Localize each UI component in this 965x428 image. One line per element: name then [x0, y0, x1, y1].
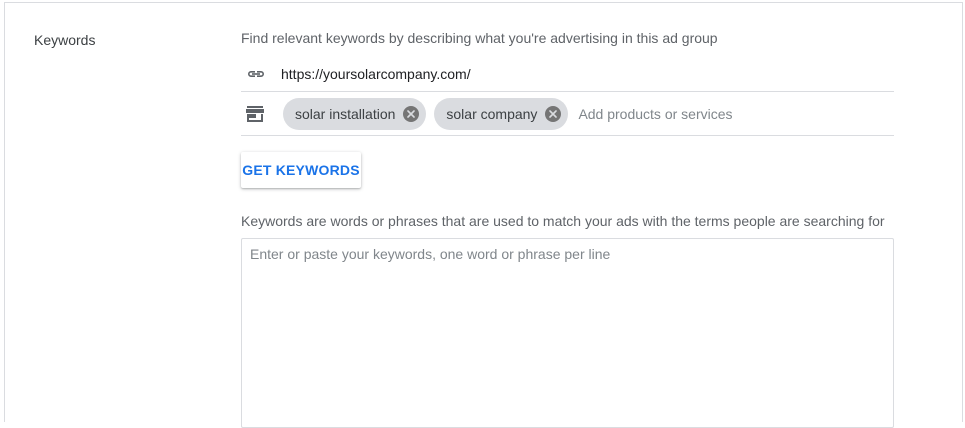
add-products-input[interactable]	[576, 104, 781, 123]
website-url[interactable]: https://yoursolarcompany.com/	[281, 66, 471, 82]
keyword-chip[interactable]: solar installation	[283, 97, 427, 130]
keywords-panel: Keywords Find relevant keywords by descr…	[4, 2, 963, 428]
store-icon	[241, 104, 275, 124]
section-label: Keywords	[34, 32, 96, 48]
chip-label: solar installation	[295, 105, 396, 122]
keyword-finder-description: Find relevant keywords by describing wha…	[241, 30, 718, 46]
chip-label: solar company	[446, 105, 538, 122]
keywords-description: Keywords are words or phrases that are u…	[241, 213, 885, 229]
cancel-icon[interactable]	[403, 105, 420, 122]
products-row: solar installation solar company	[241, 92, 894, 136]
url-row: https://yoursolarcompany.com/	[241, 57, 894, 92]
keywords-textarea[interactable]	[241, 238, 894, 428]
keyword-chip[interactable]: solar company	[434, 97, 569, 130]
link-icon	[241, 64, 275, 84]
get-keywords-button[interactable]: GET KEYWORDS	[241, 152, 361, 188]
cancel-icon[interactable]	[545, 105, 562, 122]
